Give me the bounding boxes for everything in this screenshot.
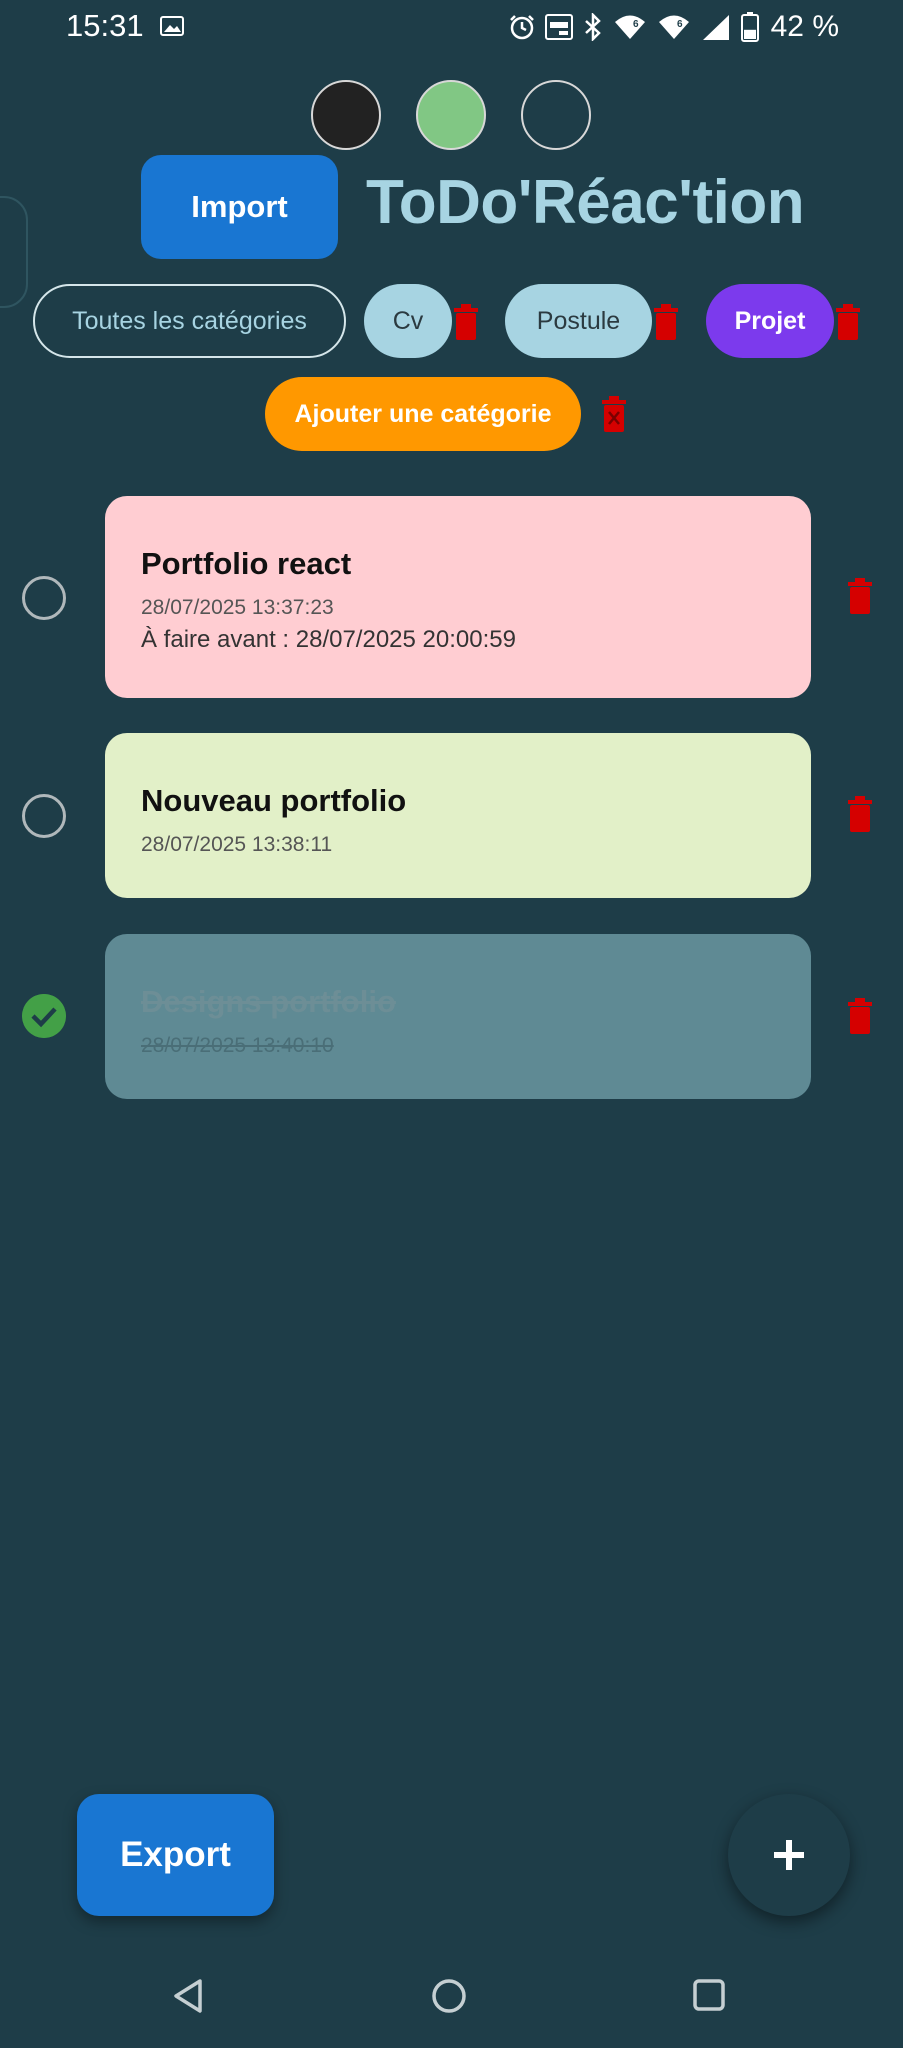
back-icon[interactable] [172,1978,204,2014]
auto-hz-icon [544,14,573,40]
delete-category-projet-icon[interactable] [834,304,862,340]
theme-green-option[interactable] [416,80,486,150]
delete-category-postule-icon[interactable] [652,304,680,340]
delete-task-1-icon[interactable] [846,578,874,614]
task-2-checkbox[interactable] [22,794,66,838]
recents-icon[interactable] [692,1978,726,2012]
category-chip-projet[interactable]: Projet [706,284,834,358]
bluetooth-icon [584,13,601,41]
task-created-date: 28/07/2025 13:40:10 [141,1034,334,1057]
app-title: ToDo'Réac'tion [366,167,805,237]
task-due-date: À faire avant : 28/07/2025 20:00:59 [141,626,516,653]
delete-all-categories-icon[interactable] [600,396,628,432]
wifi-6-icon: 6 [658,15,689,39]
battery-percent: 42 % [770,10,839,43]
app-screen: 15:31 6 6 42 % Import ToDo'Réac'tion Tou… [0,0,903,2048]
theme-dark-option[interactable] [311,80,381,150]
status-time: 15:31 [66,8,144,43]
delete-task-2-icon[interactable] [846,796,874,832]
task-title: Nouveau portfolio [141,783,407,818]
system-nav-bar [0,1950,903,2048]
svg-text:6: 6 [677,19,683,30]
status-icons: 6 6 42 % [509,10,839,44]
task-title: Portfolio react [141,546,352,581]
category-chip-cv[interactable]: Cv [364,284,452,358]
category-all-chip[interactable]: Toutes les catégories [33,284,346,358]
svg-text:6: 6 [633,19,639,30]
import-button[interactable]: Import [141,155,338,259]
task-created-date: 28/07/2025 13:38:11 [141,833,333,856]
task-card[interactable]: Nouveau portfolio 28/07/2025 13:38:11 [105,733,811,898]
task-created-date: 28/07/2025 13:37:23 [141,596,334,619]
plus-icon [774,1840,804,1870]
side-drawer-handle[interactable] [0,196,28,308]
export-button[interactable]: Export [77,1794,274,1916]
task-card[interactable]: Portfolio react 28/07/2025 13:37:23 À fa… [105,496,811,698]
gallery-icon [160,16,184,36]
home-icon[interactable] [431,1978,467,2014]
add-task-button[interactable] [728,1794,850,1916]
task-title: Designs portfolio [141,984,396,1019]
alarm-icon [509,15,534,40]
battery-icon [740,12,759,42]
task-3-checked-icon[interactable] [22,994,66,1038]
task-1-checkbox[interactable] [22,576,66,620]
delete-category-cv-icon[interactable] [452,304,480,340]
add-category-button[interactable]: Ajouter une catégorie [265,377,581,451]
task-card[interactable]: Designs portfolio 28/07/2025 13:40:10 [105,934,811,1099]
delete-task-3-icon[interactable] [846,998,874,1034]
wifi-6-icon: 6 [614,15,645,39]
signal-icon [702,15,729,40]
status-bar: 15:31 6 6 42 % [0,0,903,56]
category-chip-postule[interactable]: Postule [505,284,652,358]
theme-teal-option[interactable] [521,80,591,150]
